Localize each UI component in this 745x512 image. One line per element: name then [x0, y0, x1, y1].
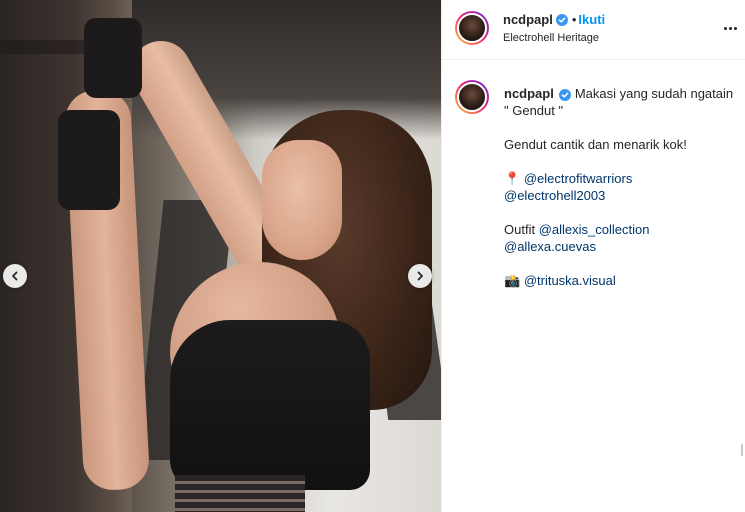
caption-mentions-block1: 📍 @electrofitwarriors @electrohell2003: [504, 170, 736, 204]
next-photo-button[interactable]: [408, 264, 432, 288]
face: [262, 140, 342, 260]
caption-avatar[interactable]: [455, 80, 489, 114]
previous-photo-button[interactable]: [3, 264, 27, 288]
mention-link[interactable]: @allexa.cuevas: [504, 239, 596, 254]
glove-lower: [58, 110, 120, 210]
glove-upper: [84, 18, 142, 98]
mention-link[interactable]: @electrohell2003: [504, 188, 605, 203]
verified-badge-icon: [555, 13, 568, 26]
chevron-left-icon: [12, 271, 18, 281]
caption-area: ncdpapl Makasi yang sudah ngatain " Gend…: [442, 60, 745, 512]
caption-outfit-block: Outfit @allexis_collection @allexa.cueva…: [504, 221, 736, 255]
scrollbar-thumb[interactable]: [741, 444, 743, 456]
striped-waist: [175, 475, 305, 512]
mention-link[interactable]: @allexis_collection: [539, 222, 650, 237]
post-photo[interactable]: [0, 0, 441, 512]
sports-top: [170, 320, 370, 490]
avatar[interactable]: [455, 11, 489, 45]
post-header: ncdpapl • Ikuti Electrohell Heritage: [442, 0, 745, 60]
camera-emoji-icon: 📸: [504, 273, 521, 288]
caption-username[interactable]: ncdpapl: [504, 86, 554, 101]
chevron-right-icon: [417, 271, 423, 281]
post-side-panel: ncdpapl • Ikuti Electrohell Heritage ncd…: [441, 0, 745, 512]
outfit-label: Outfit: [504, 222, 536, 237]
post-caption: ncdpapl Makasi yang sudah ngatain " Gend…: [504, 85, 736, 289]
mention-link[interactable]: @trituska.visual: [524, 273, 616, 288]
post-location[interactable]: Electrohell Heritage: [503, 32, 599, 44]
follow-button[interactable]: Ikuti: [578, 12, 605, 27]
caption-first-line: ncdpapl Makasi yang sudah ngatain " Gend…: [504, 85, 736, 119]
caption-credit-block: 📸 @trituska.visual: [504, 272, 736, 289]
pin-emoji-icon: 📍: [504, 171, 521, 186]
post-username[interactable]: ncdpapl: [503, 12, 553, 27]
caption-text-line2: Gendut cantik dan menarik kok!: [504, 137, 687, 152]
separator-dot: •: [571, 12, 577, 27]
more-options-button[interactable]: [722, 20, 738, 36]
mention-link[interactable]: @electrofitwarriors: [524, 171, 633, 186]
verified-badge-icon: [558, 88, 571, 101]
